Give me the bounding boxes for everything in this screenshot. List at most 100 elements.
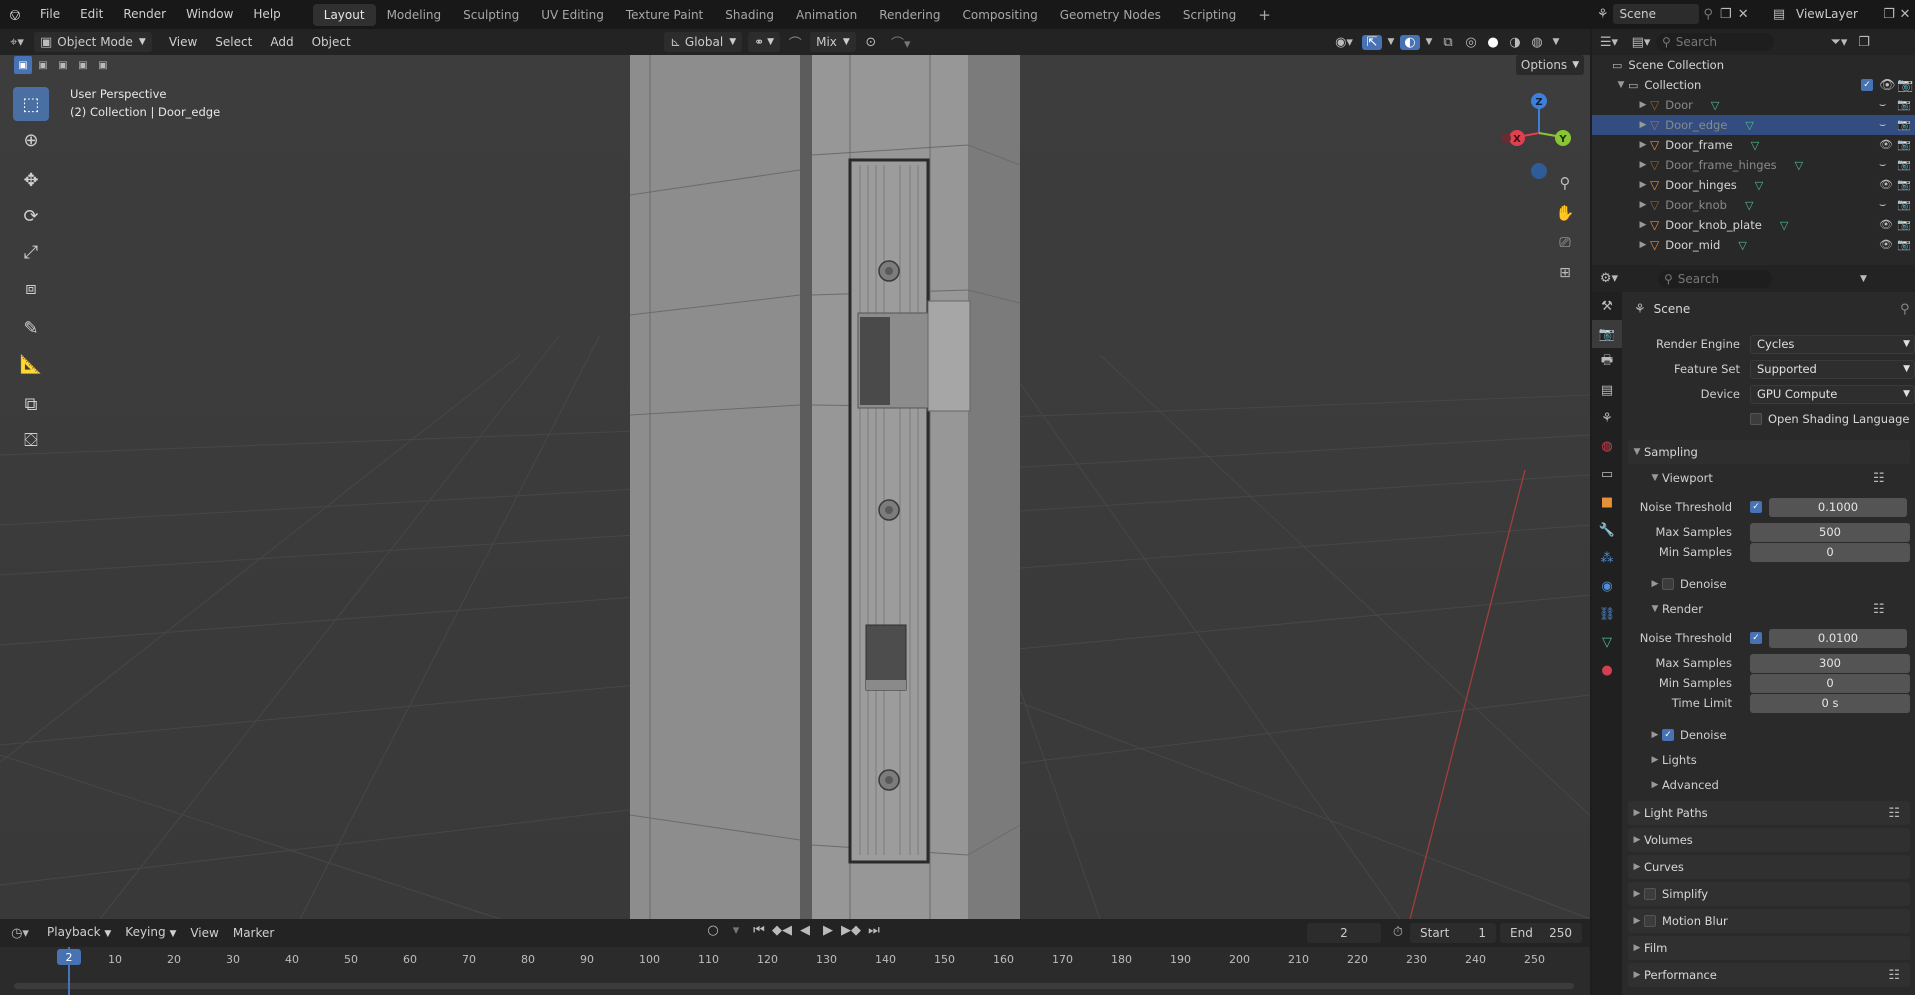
tab-modeling[interactable]: Modeling bbox=[376, 4, 453, 26]
delete-view-layer-icon[interactable]: ✕ bbox=[1898, 7, 1912, 22]
timeline-scrollbar[interactable] bbox=[14, 983, 1574, 989]
tab-shading[interactable]: Shading bbox=[714, 4, 785, 26]
delete-scene-icon[interactable]: ✕ bbox=[1734, 7, 1752, 22]
r-min-samples-field[interactable]: 0 bbox=[1750, 673, 1910, 693]
eye-icon[interactable]: 👁 bbox=[1879, 78, 1896, 93]
gizmo-dropdown-icon[interactable]: ▼ bbox=[1386, 37, 1396, 47]
r-denoise-checkbox[interactable]: ✓ bbox=[1662, 729, 1674, 741]
menu-file[interactable]: File bbox=[30, 0, 70, 29]
new-view-layer-icon[interactable]: ❐ bbox=[1880, 7, 1898, 22]
particles-tab-icon[interactable]: ⁂ bbox=[1592, 544, 1622, 572]
eye-icon[interactable]: 👁 bbox=[1879, 218, 1893, 231]
mesh-data-icon[interactable]: ▽ bbox=[1745, 199, 1753, 212]
chevron-right-icon[interactable]: ▶ bbox=[1636, 160, 1650, 170]
keying-set-icon[interactable]: ▾ bbox=[727, 923, 745, 938]
panel-light-paths[interactable]: ▶ Light Paths ☷ bbox=[1628, 801, 1910, 825]
shading-dropdown-icon[interactable]: ▼ bbox=[1550, 37, 1562, 47]
annotate-tool-icon[interactable]: ✎ bbox=[13, 311, 49, 345]
osl-checkbox[interactable] bbox=[1750, 413, 1762, 425]
constraints-tab-icon[interactable]: ⛓ bbox=[1592, 600, 1622, 628]
outliner-editor-icon[interactable]: ☰▾ bbox=[1592, 35, 1626, 50]
play-icon[interactable]: ▶ bbox=[819, 923, 837, 938]
presets-list-icon[interactable]: ☷ bbox=[1888, 968, 1900, 983]
material-shading-icon[interactable]: ◑ bbox=[1506, 35, 1524, 50]
camera-icon[interactable]: 📷 bbox=[1897, 138, 1911, 151]
properties-search[interactable]: ⚲ Search bbox=[1658, 269, 1772, 288]
gizmo-toggle-icon[interactable]: ⇱ bbox=[1362, 34, 1382, 50]
lights-subpanel[interactable]: ▶ Lights bbox=[1648, 750, 1697, 770]
r-noise-threshold-checkbox[interactable]: ✓ bbox=[1750, 632, 1762, 644]
outliner-item[interactable]: ▶ ▽ Door_edge ▽ ⌣ 📷 bbox=[1592, 115, 1915, 135]
tab-compositing[interactable]: Compositing bbox=[951, 4, 1048, 26]
scene-selector[interactable]: ⚘ Scene ⚲ ❐ ✕ bbox=[1592, 3, 1752, 25]
mesh-data-icon[interactable]: ▽ bbox=[1755, 179, 1763, 192]
panel-film[interactable]: ▶ Film bbox=[1628, 936, 1910, 960]
outliner-item[interactable]: ▶ ▽ Door_knob_plate ▽ 👁 📷 bbox=[1592, 215, 1915, 235]
presets-list-icon[interactable]: ☷ bbox=[1873, 602, 1885, 617]
cursor-tool-icon[interactable]: ⊕ bbox=[13, 123, 49, 157]
modifier-tab-icon[interactable]: 🔧 bbox=[1592, 516, 1622, 544]
menu-edit[interactable]: Edit bbox=[70, 0, 113, 29]
tab-geometry-nodes[interactable]: Geometry Nodes bbox=[1049, 4, 1172, 26]
end-frame-field[interactable]: End 250 bbox=[1500, 923, 1582, 943]
data-tab-icon[interactable]: ▽ bbox=[1592, 628, 1622, 656]
wireframe-shading-icon[interactable]: ◎ bbox=[1462, 35, 1480, 50]
camera-icon[interactable]: 📷 bbox=[1897, 198, 1911, 211]
menu-object[interactable]: Object bbox=[303, 29, 360, 55]
panel-performance[interactable]: ▶ Performance ☷ bbox=[1628, 963, 1910, 987]
snap-icon[interactable]: ⌒ bbox=[786, 33, 804, 52]
output-tab-icon[interactable]: 🖶 bbox=[1592, 348, 1622, 376]
auto-keying-icon[interactable]: ○ bbox=[704, 923, 722, 938]
camera-icon[interactable]: 📷 bbox=[1897, 98, 1911, 111]
menu-playback[interactable]: Playback ▼ bbox=[40, 918, 118, 948]
filter-icon[interactable]: ⏷▾ bbox=[1824, 35, 1854, 50]
measure-tool-icon[interactable]: 📐 bbox=[13, 347, 49, 381]
add-object-tool-icon[interactable]: ⛋ bbox=[13, 423, 49, 457]
outliner-search[interactable]: ⚲ Search bbox=[1656, 33, 1774, 51]
eye-closed-icon[interactable]: ⌣ bbox=[1879, 158, 1886, 172]
pivot-dropdown[interactable]: ⚭ ▼ bbox=[748, 32, 781, 52]
world-tab-icon[interactable]: ◍ bbox=[1592, 432, 1622, 460]
snap-dropdown[interactable]: Mix ▼ bbox=[810, 32, 856, 52]
mesh-data-icon[interactable]: ▽ bbox=[1738, 239, 1746, 252]
panel-curves[interactable]: ▶ Curves bbox=[1628, 855, 1910, 879]
material-tab-icon[interactable]: ● bbox=[1592, 656, 1622, 684]
scene-tab-icon[interactable]: ⚘ bbox=[1592, 404, 1622, 432]
advanced-subpanel[interactable]: ▶ Advanced bbox=[1648, 775, 1719, 795]
blender-logo-icon[interactable]: ⎊ bbox=[0, 6, 30, 24]
tab-layout[interactable]: Layout bbox=[312, 3, 376, 26]
menu-help[interactable]: Help bbox=[243, 0, 290, 29]
playhead[interactable]: 2 bbox=[57, 949, 81, 965]
render-tab-icon[interactable]: 📷 bbox=[1592, 320, 1622, 348]
menu-timeline-view[interactable]: View bbox=[183, 919, 225, 947]
tab-scripting[interactable]: Scripting bbox=[1172, 4, 1247, 26]
xray-icon[interactable]: ⧉ bbox=[1438, 35, 1458, 50]
menu-window[interactable]: Window bbox=[176, 0, 243, 29]
panel-motion-blur[interactable]: ▶ Motion Blur bbox=[1628, 909, 1910, 933]
vp-noise-threshold-field[interactable]: 0.1000 bbox=[1769, 497, 1907, 517]
menu-view[interactable]: View bbox=[160, 29, 206, 55]
menu-select[interactable]: Select bbox=[206, 29, 261, 55]
view-layer-field[interactable]: ViewLayer bbox=[1790, 4, 1880, 24]
scene-name-field[interactable]: Scene bbox=[1613, 4, 1700, 24]
camera-icon[interactable]: 📷 bbox=[1897, 178, 1911, 191]
select-subtract-icon[interactable]: ▣ bbox=[54, 56, 72, 74]
scale-tool-icon[interactable]: ⤢ bbox=[13, 235, 49, 269]
collection-tab-icon[interactable]: ▭ bbox=[1592, 460, 1622, 488]
mesh-data-icon[interactable]: ▽ bbox=[1711, 99, 1719, 112]
chevron-right-icon[interactable]: ▶ bbox=[1636, 240, 1650, 250]
mesh-data-icon[interactable]: ▽ bbox=[1751, 139, 1759, 152]
camera-icon[interactable]: 📷 bbox=[1897, 218, 1911, 231]
pin-icon[interactable]: ⚲ bbox=[1699, 7, 1717, 22]
panel-checkbox[interactable] bbox=[1644, 915, 1656, 927]
chevron-right-icon[interactable]: ▶ bbox=[1636, 180, 1650, 190]
orientation-dropdown[interactable]: ⊾ Global ▼ bbox=[664, 32, 743, 52]
jump-end-icon[interactable]: ⏭ bbox=[865, 923, 883, 938]
editor-type-icon[interactable]: ⌖▾ bbox=[0, 35, 34, 50]
current-frame-field[interactable]: 2 bbox=[1307, 923, 1381, 943]
eye-closed-icon[interactable]: ⌣ bbox=[1879, 198, 1886, 212]
perspective-toggle-icon[interactable]: ⊞ bbox=[1553, 261, 1577, 285]
render-subpanel-header[interactable]: ▼ Render bbox=[1648, 599, 1703, 619]
transform-tool-icon[interactable]: ⧈ bbox=[13, 271, 49, 305]
mesh-data-icon[interactable]: ▽ bbox=[1795, 159, 1803, 172]
